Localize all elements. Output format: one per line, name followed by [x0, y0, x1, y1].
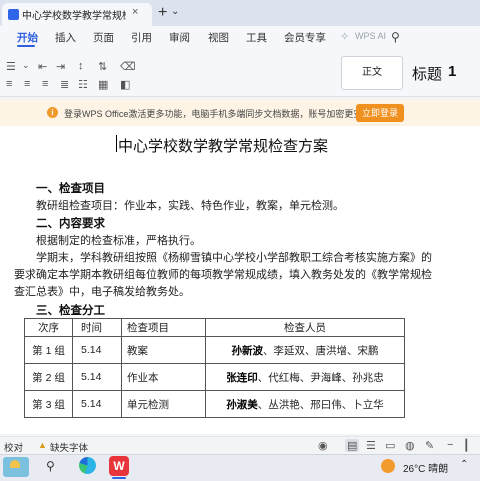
menu-review[interactable]: 审阅	[169, 30, 190, 45]
paragraph: 根据制定的检查标准，严格执行。	[36, 235, 201, 247]
tab-title: 中心学校数学教学常规检查方案	[22, 11, 126, 22]
table-header-row: 次序 时间 检查项目 检查人员	[24, 318, 405, 337]
weather-text[interactable]: 26°C 晴朗	[403, 460, 448, 475]
search-icon[interactable]: ⚲	[391, 30, 400, 44]
staff-others: 、代红梅、尹海峰、孙兆忠	[257, 371, 384, 384]
table-row: 第 3 组 5.14 单元检测 孙淑美、丛洪艳、邢曰伟、卜立华	[24, 390, 405, 418]
menu-wps-ai[interactable]: WPS AI	[355, 31, 386, 41]
active-menu-indicator	[17, 45, 35, 47]
new-tab-icon[interactable]: +	[158, 4, 167, 22]
weather-icon[interactable]	[381, 459, 395, 473]
wps-ai-icon[interactable]: ✧	[340, 30, 349, 43]
staff-lead: 孙新波	[231, 344, 264, 357]
table-cell-date: 5.14	[72, 336, 122, 364]
numbered-list-icon[interactable]: ☰	[6, 60, 16, 73]
table-cell-item: 教案	[121, 336, 206, 364]
zoom-out-icon[interactable]: −	[447, 439, 453, 451]
style-heading-number: 1	[448, 63, 457, 80]
ribbon-toolbar	[0, 48, 480, 97]
table-cell-staff: 孙新波、李延双、唐洪增、宋鹏	[205, 336, 405, 364]
paragraph: 学期末，学科教研组按照《杨柳雪镇中心学校小学部教职工综合考核实施方案》的	[36, 252, 432, 264]
staff-lead: 孙淑美	[226, 398, 258, 411]
table-cell-item: 单元检测	[121, 390, 206, 418]
border-icon[interactable]: ▦	[98, 78, 108, 91]
paragraph: 教研组检查项目：作业本，实践、特色作业，教案，单元检测。	[36, 200, 344, 212]
table-header-cell: 检查项目	[121, 318, 206, 337]
sort-icon[interactable]: ⇅	[98, 60, 107, 73]
close-tab-icon[interactable]: ×	[132, 6, 138, 18]
menu-tools[interactable]: 工具	[246, 30, 267, 45]
staff-others: 、丛洪艳、邢曰伟、卜立华	[257, 398, 384, 411]
table-cell-group: 第 3 组	[24, 390, 73, 418]
page-view-icon[interactable]: ▤	[345, 439, 360, 452]
warning-icon: ▲	[38, 440, 47, 450]
line-spacing-icon[interactable]: ↕	[78, 60, 84, 72]
text-cursor	[116, 135, 117, 152]
staff-others: 、李延双、唐洪增、宋鹏	[263, 344, 379, 357]
menu-insert[interactable]: 插入	[55, 30, 76, 45]
wps-writer-icon	[8, 9, 19, 20]
table-header-cell: 时间	[72, 318, 122, 337]
chevron-down-icon[interactable]: ⌄	[171, 6, 179, 17]
chevron-up-icon[interactable]: ⌃	[460, 459, 468, 470]
align-center-icon[interactable]: ≡	[24, 78, 30, 90]
search-icon[interactable]: ⚲	[46, 459, 55, 473]
inspection-table: 次序 时间 检查项目 检查人员 第 1 组 5.14 教案 孙新波、李延双、唐洪…	[24, 318, 405, 418]
table-cell-group: 第 1 组	[24, 336, 73, 364]
menu-page[interactable]: 页面	[93, 30, 114, 45]
table-cell-item: 作业本	[121, 363, 206, 391]
wps-icon[interactable]: W	[109, 456, 129, 476]
web-view-icon[interactable]: ▭	[385, 439, 395, 452]
paragraph: 要求确定本学期本教研组每位教师的每项教学常规成绩，填入教务处发的《教学常规检	[14, 269, 432, 281]
table-cell-staff: 孙淑美、丛洪艳、邢曰伟、卜立华	[205, 390, 405, 418]
proofread-button[interactable]: 校对	[4, 440, 23, 454]
menu-view[interactable]: 视图	[208, 30, 229, 45]
eraser-icon[interactable]: ⌫	[120, 60, 136, 73]
info-icon: i	[47, 107, 58, 118]
style-heading-button[interactable]: 标题	[412, 63, 442, 84]
notice-text: 登录WPS Office激活更多功能，电脑手机多端同步文档数据，账号加密更安全。	[64, 109, 381, 119]
pencil-icon[interactable]: ✎	[425, 439, 434, 452]
table-cell-group: 第 2 组	[24, 363, 73, 391]
table-cell-date: 5.14	[72, 390, 122, 418]
section-heading: 三、检查分工	[36, 305, 105, 317]
staff-lead: 张连印	[226, 371, 258, 384]
table-cell-date: 5.14	[72, 363, 122, 391]
zoom-slider-handle[interactable]: ┃	[463, 439, 470, 452]
paragraph: 查汇总表》中，电子稿发给教务处。	[14, 286, 190, 298]
section-heading: 一、检查项目	[36, 183, 105, 195]
globe-icon[interactable]: ◍	[405, 439, 415, 452]
section-heading: 二、内容要求	[36, 218, 105, 230]
justify-icon[interactable]: ≣	[60, 78, 69, 91]
align-left-icon[interactable]: ≡	[6, 78, 12, 90]
shading-icon[interactable]: ◧	[120, 78, 130, 91]
missing-font-button[interactable]: 缺失字体	[50, 440, 88, 454]
menu-home[interactable]: 开始	[17, 30, 38, 45]
table-header-cell: 检查人员	[205, 318, 405, 337]
eye-icon[interactable]: ◉	[318, 439, 328, 452]
table-cell-staff: 张连印、代红梅、尹海峰、孙兆忠	[205, 363, 405, 391]
document-title: 中心学校数学教学常规检查方案	[118, 138, 329, 155]
table-header-cell: 次序	[24, 318, 73, 337]
menu-references[interactable]: 引用	[131, 30, 152, 45]
table-row: 第 1 组 5.14 教案 孙新波、李延双、唐洪增、宋鹏	[24, 336, 405, 364]
indent-icon[interactable]: ⇥	[56, 60, 65, 73]
active-app-indicator	[112, 477, 126, 479]
login-button[interactable]: 立即登录	[356, 104, 404, 122]
outdent-icon[interactable]: ⇤	[38, 60, 47, 73]
style-normal-button[interactable]: 正文	[341, 56, 403, 90]
sun-icon	[10, 460, 20, 468]
menu-member[interactable]: 会员专享	[284, 30, 326, 45]
list-icon[interactable]: ☰	[366, 439, 376, 452]
chevron-down-icon[interactable]: ⌄	[22, 60, 30, 71]
table-row: 第 2 组 5.14 作业本 张连印、代红梅、尹海峰、孙兆忠	[24, 363, 405, 391]
align-right-icon[interactable]: ≡	[42, 78, 48, 90]
distribute-icon[interactable]: ☷	[78, 78, 88, 91]
edge-icon[interactable]	[79, 457, 96, 474]
